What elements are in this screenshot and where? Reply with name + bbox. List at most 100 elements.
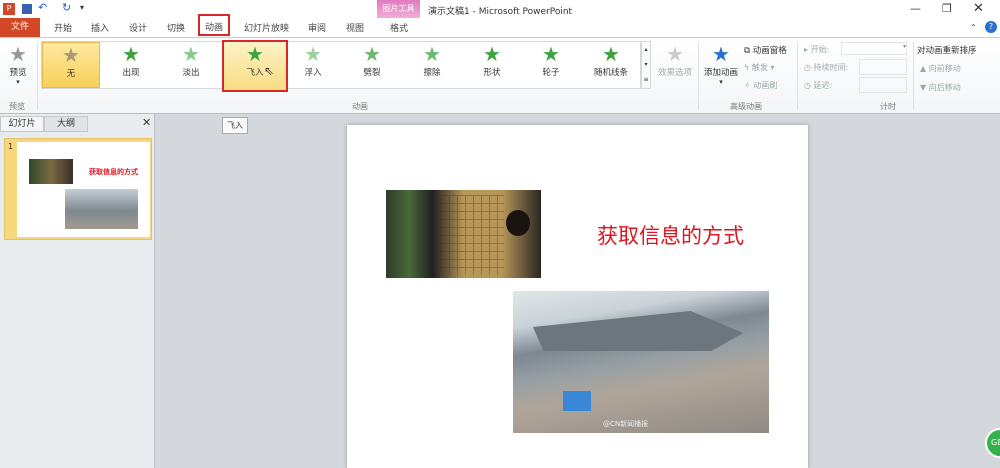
star-icon: ★ <box>304 42 322 66</box>
gallery-label: 浮入 <box>304 68 322 78</box>
preview-button[interactable]: ★ 预览 ▾ <box>0 42 36 88</box>
tab-format[interactable]: 格式 <box>390 21 408 34</box>
group-label-preview: 预览 <box>9 102 25 111</box>
trigger-button[interactable]: ϟ 触发 ▾ <box>744 62 774 73</box>
slides-panel: 幻灯片 大纲 ✕ 1 获取信息的方式 <box>0 114 155 468</box>
gallery-scrollbar[interactable]: ▴ ▾ ≡ <box>641 41 651 89</box>
star-icon: ★ <box>62 43 80 67</box>
undo-icon[interactable]: ↶ <box>38 1 47 14</box>
slide-number: 1 <box>8 142 14 151</box>
star-icon: ★ <box>666 42 684 66</box>
ribbon: ★ 预览 ▾ 预览 ★ 无 ★ 出现 ★ 淡出 ★ 飞入 ⇖ ★ 浮入 ★ 劈裂 ★ 擦除 ★ 形… <box>0 38 1000 114</box>
move-later-label: 向后移动 <box>928 83 961 92</box>
start-dropdown[interactable]: ▾ <box>841 42 907 55</box>
tab-view[interactable]: 视图 <box>346 21 364 34</box>
tab-home[interactable]: 开始 <box>54 21 72 34</box>
close-button[interactable]: ✕ <box>973 1 984 16</box>
reorder-title: 对动画重新排序 <box>917 46 977 56</box>
go-game-image[interactable] <box>386 190 541 278</box>
animation-painter-label: 动画刷 <box>753 81 778 90</box>
star-icon: ★ <box>542 42 560 66</box>
animation-wipe[interactable]: ★ 擦除 <box>403 42 461 88</box>
title-bar: P ↶ ↻ ▾ 演示文稿1 - Microsoft PowerPoint — ❐… <box>0 0 1000 18</box>
animation-fly-in[interactable]: ★ 飞入 ⇖ <box>222 40 288 92</box>
move-earlier-button[interactable]: ▲ 向前移动 <box>920 63 961 74</box>
star-icon: ★ <box>363 42 381 66</box>
thumbnail-title: 获取信息的方式 <box>89 168 138 176</box>
tab-slides[interactable]: 幻灯片 <box>0 116 44 132</box>
thumbnail-ship-image <box>65 189 138 229</box>
animation-pane-button[interactable]: ⧉ 动画窗格 <box>744 44 787 56</box>
delay-spinner[interactable] <box>859 77 907 93</box>
slide-thumbnail[interactable]: 1 获取信息的方式 <box>4 138 152 240</box>
tab-design[interactable]: 设计 <box>129 21 147 34</box>
animation-random-bars[interactable]: ★ 随机线条 <box>582 42 640 88</box>
add-animation-label: 添加动画 <box>703 68 738 78</box>
collapse-ribbon-icon[interactable]: ⌃ <box>970 23 977 32</box>
add-star-icon: ★ <box>712 42 730 66</box>
animation-float-in[interactable]: ★ 浮入 <box>284 42 342 88</box>
gallery-label: 随机线条 <box>593 68 628 78</box>
tab-transitions[interactable]: 切换 <box>167 21 185 34</box>
redo-icon[interactable]: ↻ <box>62 1 71 14</box>
slide-canvas[interactable]: 获取信息的方式 @CN新闻播报 <box>347 125 808 468</box>
group-label-timing: 计时 <box>880 102 896 111</box>
animation-painter-button[interactable]: ✧ 动画刷 <box>744 80 777 91</box>
animation-shape[interactable]: ★ 形状 <box>463 42 521 88</box>
ribbon-tabs: 开始 插入 设计 切换 动画 幻灯片放映 审阅 视图 格式 ⌃ ? <box>0 14 1000 38</box>
minimize-button[interactable]: — <box>910 2 921 15</box>
duration-label: ◷ 持续时间: <box>804 63 849 72</box>
gb-badge[interactable]: GB <box>985 428 1000 458</box>
animation-fade[interactable]: ★ 淡出 <box>162 42 220 88</box>
tab-slideshow[interactable]: 幻灯片放映 <box>244 21 289 34</box>
preview-star-icon: ★ <box>9 42 27 66</box>
move-later-button[interactable]: ▼ 向后移动 <box>920 82 961 93</box>
effect-options-label: 效果选项 <box>657 68 692 78</box>
ship-image[interactable]: @CN新闻播报 <box>513 291 769 433</box>
tab-file[interactable]: 文件 <box>0 18 40 37</box>
restore-button[interactable]: ❐ <box>942 2 952 15</box>
tab-review[interactable]: 审阅 <box>308 21 326 34</box>
star-icon: ★ <box>483 42 501 66</box>
effect-options-button[interactable]: ★ 效果选项 <box>655 42 695 88</box>
star-icon: ★ <box>423 42 441 66</box>
cursor-icon: ⇖ <box>264 64 275 78</box>
close-panel-icon[interactable]: ✕ <box>142 116 151 129</box>
animation-wheel[interactable]: ★ 轮子 <box>522 42 580 88</box>
delay-text: 延迟: <box>813 81 833 90</box>
tab-outline[interactable]: 大纲 <box>44 116 88 132</box>
tab-animations[interactable]: 动画 <box>198 14 231 36</box>
trigger-label: 触发 <box>751 63 768 72</box>
slide-title[interactable]: 获取信息的方式 <box>597 220 744 250</box>
delay-label: ◷ 延迟: <box>804 81 833 90</box>
move-earlier-label: 向前移动 <box>928 64 961 73</box>
add-animation-button[interactable]: ★ 添加动画 ▾ <box>700 42 742 88</box>
save-icon[interactable] <box>22 4 32 14</box>
start-label: ▸ 开始: <box>804 45 830 54</box>
app-icon: P <box>3 3 15 15</box>
gallery-label: 飞入 <box>246 68 264 78</box>
tooltip: 飞入 <box>222 117 248 134</box>
star-icon: ★ <box>122 42 140 66</box>
animation-none[interactable]: ★ 无 <box>42 42 100 88</box>
star-icon: ★ <box>246 42 264 66</box>
group-label-animation: 动画 <box>352 102 368 111</box>
star-icon: ★ <box>182 42 200 66</box>
duration-text: 持续时间: <box>813 63 849 72</box>
gallery-label: 形状 <box>483 68 501 78</box>
gallery-label: 淡出 <box>182 68 200 78</box>
animation-pane-label: 动画窗格 <box>752 46 787 56</box>
window-title: 演示文稿1 - Microsoft PowerPoint <box>428 7 573 17</box>
start-text: 开始: <box>810 45 830 54</box>
tab-insert[interactable]: 插入 <box>91 21 109 34</box>
gallery-label: 出现 <box>122 68 140 78</box>
gallery-label: 无 <box>66 69 76 79</box>
animation-split[interactable]: ★ 劈裂 <box>343 42 401 88</box>
duration-spinner[interactable] <box>859 59 907 75</box>
gallery-label: 轮子 <box>542 68 560 78</box>
badge-text: GB <box>991 438 1000 447</box>
watermark: @CN新闻播报 <box>603 420 649 428</box>
help-icon[interactable]: ? <box>985 21 997 33</box>
animation-appear[interactable]: ★ 出现 <box>102 42 160 88</box>
customize-qat-icon[interactable]: ▾ <box>80 3 84 12</box>
